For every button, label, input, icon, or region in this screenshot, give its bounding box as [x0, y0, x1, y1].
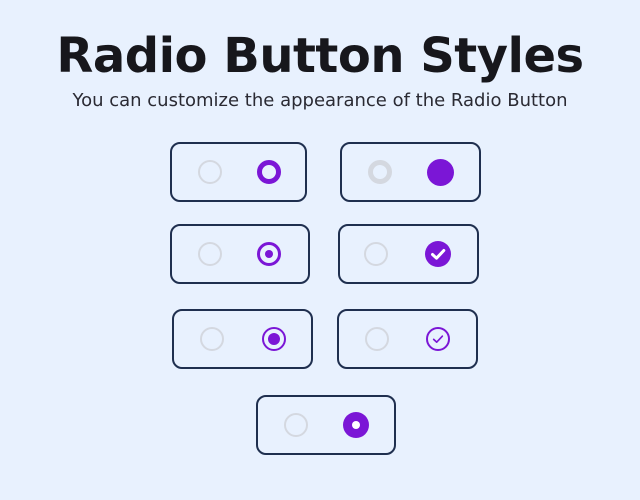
radio-checked[interactable]	[257, 160, 281, 184]
radio-checked[interactable]	[343, 412, 369, 438]
radio-unchecked[interactable]	[365, 327, 389, 351]
radio-checked[interactable]	[427, 158, 454, 186]
radio-group-ring-with-large-dot	[172, 309, 313, 369]
radio-checked[interactable]	[257, 242, 281, 266]
radio-group-filled-check	[338, 224, 479, 284]
check-icon	[431, 249, 446, 260]
radio-group-ring-with-dot	[170, 224, 310, 284]
page-title: Radio Button Styles	[56, 28, 584, 84]
radio-unchecked[interactable]	[200, 327, 224, 351]
radio-group-solid-filled	[340, 142, 481, 202]
page-subtitle: You can customize the appearance of the …	[72, 90, 568, 111]
radio-unchecked[interactable]	[284, 413, 308, 437]
radio-unchecked[interactable]	[198, 160, 222, 184]
radio-group-filled-hollow-center	[256, 395, 396, 455]
radio-checked[interactable]	[425, 241, 451, 267]
radio-unchecked[interactable]	[368, 160, 392, 184]
radio-unchecked[interactable]	[364, 242, 388, 266]
radio-group-outline-check	[337, 309, 478, 369]
radio-unchecked[interactable]	[198, 242, 222, 266]
radio-group-thick-ring	[170, 142, 307, 202]
radio-checked[interactable]	[426, 327, 450, 351]
check-icon	[432, 335, 444, 343]
radio-checked[interactable]	[262, 327, 286, 351]
